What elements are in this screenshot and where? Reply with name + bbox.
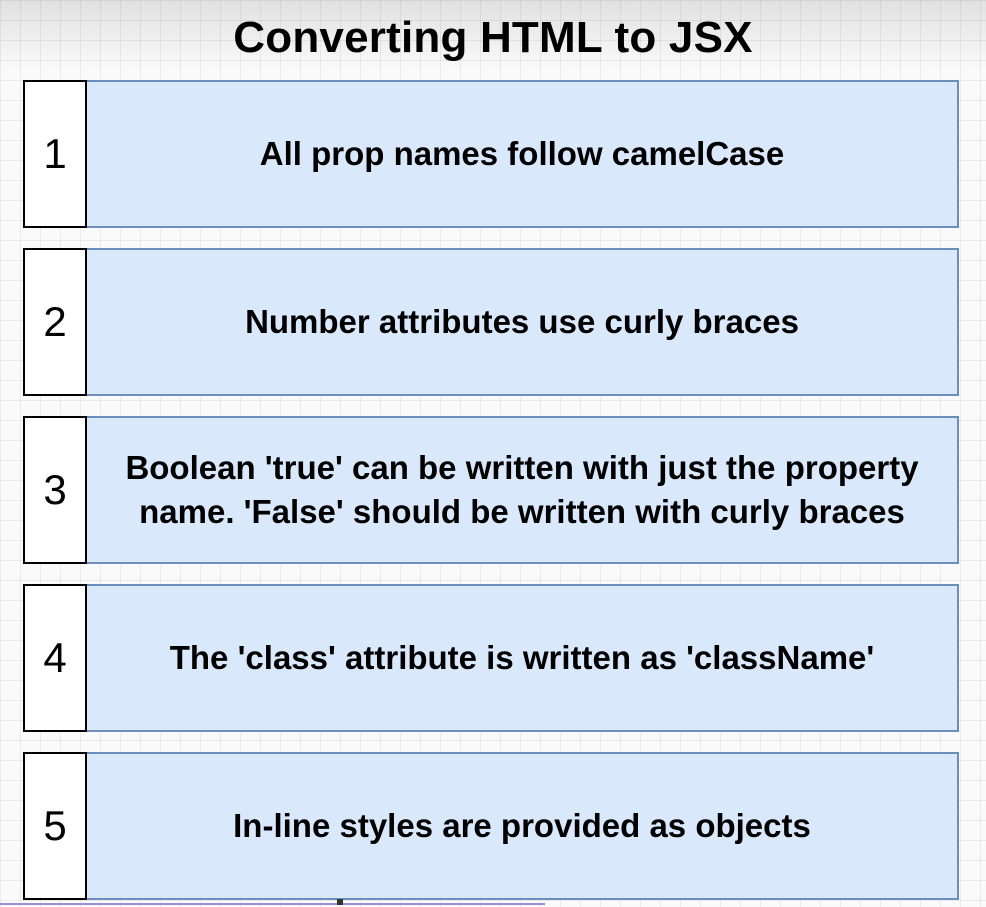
rule-text-2: Number attributes use curly braces <box>245 303 799 340</box>
rule-row-4: 4 The 'class' attribute is written as 'c… <box>23 584 959 732</box>
rule-number-4: 4 <box>23 584 87 732</box>
rule-box-3: Boolean 'true' can be written with just … <box>87 416 959 564</box>
rule-text-1: All prop names follow camelCase <box>259 135 785 172</box>
rule-number-5: 5 <box>23 752 87 900</box>
rule-text-4: The 'class' attribute is written as 'cla… <box>169 639 875 676</box>
rule-text-3: Boolean 'true' can be written with just … <box>125 449 919 530</box>
rule-text-5: In-line styles are provided as objects <box>233 807 811 844</box>
diagram-title: Converting HTML to JSX <box>233 13 753 62</box>
rule-box-2: Number attributes use curly braces <box>87 248 959 396</box>
rule-box-1: All prop names follow camelCase <box>87 80 959 228</box>
rule-row-3: 3 Boolean 'true' can be written with jus… <box>23 416 959 564</box>
rule-row-1: 1 All prop names follow camelCase <box>23 80 959 228</box>
video-progress-handle[interactable] <box>337 899 343 905</box>
rule-number-2: 2 <box>23 248 87 396</box>
rule-number-3: 3 <box>23 416 87 564</box>
rule-box-5: In-line styles are provided as objects <box>87 752 959 900</box>
rule-row-2: 2 Number attributes use curly braces <box>23 248 959 396</box>
video-progress-bar[interactable] <box>0 903 545 905</box>
rule-box-4: The 'class' attribute is written as 'cla… <box>87 584 959 732</box>
rule-row-5: 5 In-line styles are provided as objects <box>23 752 959 900</box>
rule-number-1: 1 <box>23 80 87 228</box>
